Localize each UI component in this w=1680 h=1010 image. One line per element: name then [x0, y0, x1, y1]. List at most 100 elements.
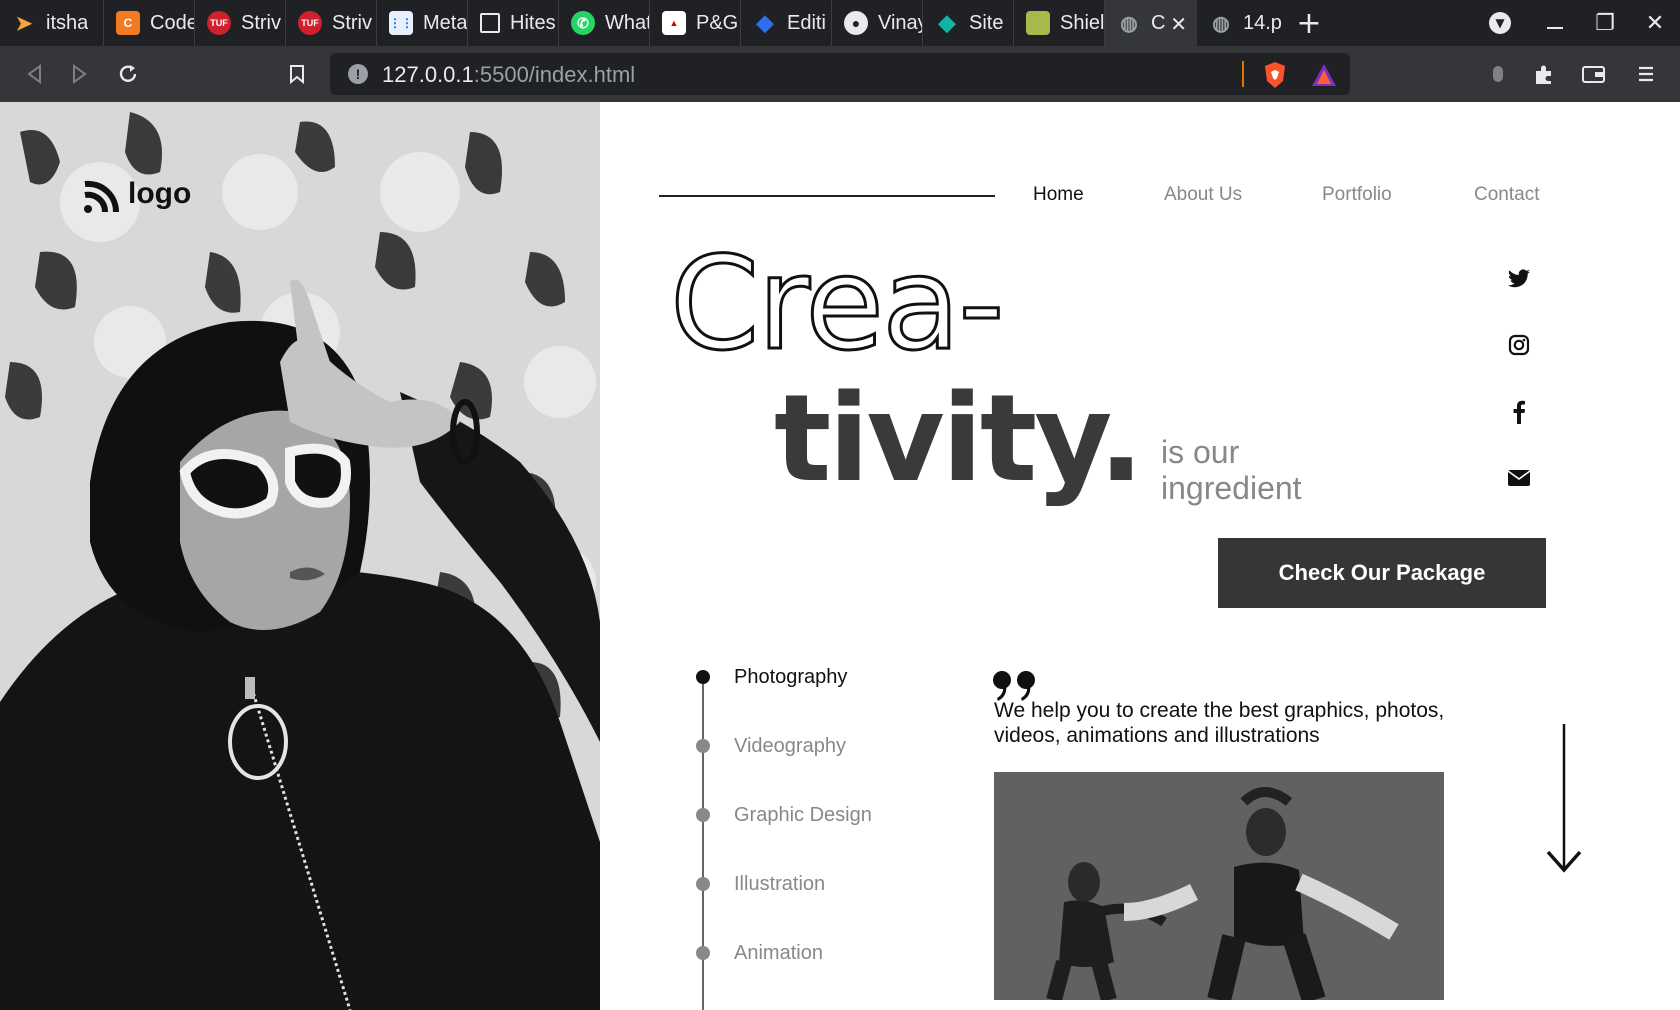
restore-button[interactable]: ❐	[1588, 0, 1622, 46]
facebook-link[interactable]	[1506, 399, 1532, 425]
browser-tab[interactable]: ▲ P&G	[650, 0, 741, 46]
browser-tab[interactable]: C Code	[104, 0, 195, 46]
logo-text: logo	[128, 177, 192, 210]
bookmark-button[interactable]	[281, 58, 313, 90]
browser-tab[interactable]: ◆ Editi	[741, 0, 832, 46]
nav-link-portfolio[interactable]: Portfolio	[1322, 184, 1392, 206]
browser-toolbar: ! 127.0.0.1:5500/index.html	[0, 46, 1680, 102]
twitter-icon	[1508, 269, 1530, 288]
wallet-button[interactable]	[1578, 58, 1610, 90]
dancers-photo	[994, 772, 1444, 1000]
hamburger-menu-icon	[1639, 66, 1653, 82]
logo-mark-icon	[84, 180, 120, 213]
reload-icon	[119, 65, 137, 82]
scroll-down-arrow-icon[interactable]	[1546, 724, 1582, 880]
email-link[interactable]	[1506, 465, 1532, 491]
tab-label: Meta	[423, 11, 467, 34]
blue-diamond-favicon-icon: ◆	[756, 10, 774, 35]
close-icon: ✕	[1645, 10, 1665, 36]
teal-diamond-favicon-icon: ◆	[938, 10, 956, 35]
browser-tab[interactable]: ◍ 14.p	[1197, 0, 1284, 46]
back-arrow-icon	[27, 64, 41, 84]
url-text: 127.0.0.1:5500/index.html	[382, 62, 635, 88]
dancers-image	[994, 772, 1444, 1000]
brave-shields-icon[interactable]	[1262, 61, 1288, 93]
browser-tab[interactable]: ✆ What	[559, 0, 650, 46]
browser-tab[interactable]: TUF Striv	[286, 0, 377, 46]
browser-tab[interactable]: ● Vinay	[832, 0, 923, 46]
tab-label: Hites	[510, 11, 556, 34]
service-item-graphic-design[interactable]: Graphic Design	[734, 804, 872, 827]
address-bar[interactable]: ! 127.0.0.1:5500/index.html	[330, 53, 1350, 95]
browser-tab[interactable]: ◆ Site	[923, 0, 1014, 46]
services-timeline-line	[702, 678, 704, 1010]
minimize-button[interactable]	[1538, 0, 1572, 46]
check-our-package-button[interactable]: Check Our Package	[1218, 538, 1546, 608]
reload-button[interactable]	[112, 58, 144, 90]
browser-tab[interactable]: ⋮⋮ Meta	[377, 0, 468, 46]
mail-icon	[1507, 470, 1531, 486]
globe-favicon-icon: ◍	[1212, 12, 1230, 35]
timeline-dot	[696, 877, 710, 891]
puzzle-icon	[1536, 65, 1551, 84]
tab-label: Shiel	[1060, 11, 1104, 34]
forward-arrow-icon	[73, 64, 87, 84]
tab-label: Site	[969, 11, 1004, 34]
tab-label: Striv	[332, 11, 372, 34]
quote-text: We help you to create the best graphics,…	[994, 699, 1445, 747]
nav-divider-line	[659, 195, 995, 197]
tab-search-button[interactable]: ▼	[1484, 0, 1516, 46]
tab-label: C	[1151, 11, 1166, 34]
extensions-menu-button[interactable]	[1528, 58, 1560, 90]
nav-link-about-us[interactable]: About Us	[1164, 184, 1242, 206]
tab-label: Editi	[787, 11, 826, 34]
square-outline-favicon-icon	[480, 13, 500, 33]
restore-icon: ❐	[1595, 10, 1615, 36]
new-tab-button[interactable]: +	[1284, 0, 1334, 46]
browser-tab[interactable]: Hites	[468, 0, 559, 46]
url-host: 127.0.0.1	[382, 62, 474, 87]
site-logo[interactable]: logo	[82, 174, 191, 214]
browser-tab[interactable]: Shiel	[1014, 0, 1105, 46]
whatsapp-favicon-icon: ✆	[571, 11, 595, 35]
hero-tagline: is our ingredient	[1161, 434, 1361, 506]
tab-label: Striv	[241, 11, 281, 34]
timeline-dot	[696, 670, 710, 684]
minimize-icon	[1547, 27, 1563, 29]
service-item-videography[interactable]: Videography	[734, 735, 846, 758]
tab-label: What	[605, 11, 649, 34]
itsha-favicon-icon: ➤	[15, 12, 33, 35]
extension-button[interactable]	[1482, 58, 1514, 90]
tab-label: itsha	[46, 11, 89, 34]
facebook-icon	[1513, 400, 1525, 424]
window-close-button[interactable]: ✕	[1638, 0, 1672, 46]
browser-tab[interactable]: ➤ itsha	[0, 0, 104, 46]
site-info-icon[interactable]: !	[348, 64, 368, 84]
instagram-link[interactable]	[1506, 332, 1532, 358]
brave-rewards-icon[interactable]	[1310, 62, 1338, 92]
nav-link-home[interactable]: Home	[1033, 184, 1084, 206]
browser-tab[interactable]: TUF Striv	[195, 0, 286, 46]
omnibox-divider	[1242, 61, 1244, 87]
forward-button[interactable]	[64, 58, 96, 90]
browser-menu-button[interactable]	[1630, 58, 1662, 90]
service-item-illustration[interactable]: Illustration	[734, 873, 825, 896]
hero-tagline-line: is our	[1161, 434, 1240, 470]
instagram-icon	[1508, 334, 1530, 356]
nav-link-contact[interactable]: Contact	[1474, 184, 1539, 206]
close-tab-icon[interactable]: ✕	[1170, 12, 1187, 37]
browser-tab-strip: ➤ itsha C Code TUF Striv TUF Striv ⋮⋮ Me…	[0, 0, 1680, 46]
timeline-dot	[696, 808, 710, 822]
hero-headline-outline: Crea-	[669, 229, 1007, 381]
service-item-animation[interactable]: Animation	[734, 942, 823, 965]
url-path: :5500/index.html	[473, 62, 636, 87]
service-item-photography[interactable]: Photography	[734, 666, 847, 689]
github-favicon-icon: ●	[844, 11, 868, 35]
globe-favicon-icon: ◍	[1120, 12, 1138, 35]
back-button[interactable]	[18, 58, 50, 90]
twitter-link[interactable]	[1506, 266, 1532, 292]
browser-tab-active[interactable]: ◍ C ✕	[1105, 0, 1197, 46]
wallet-icon	[1582, 66, 1605, 83]
webpage: logo Home About Us Portfolio Contact Cre…	[0, 102, 1680, 1010]
tab-label: Vinay	[878, 11, 922, 34]
